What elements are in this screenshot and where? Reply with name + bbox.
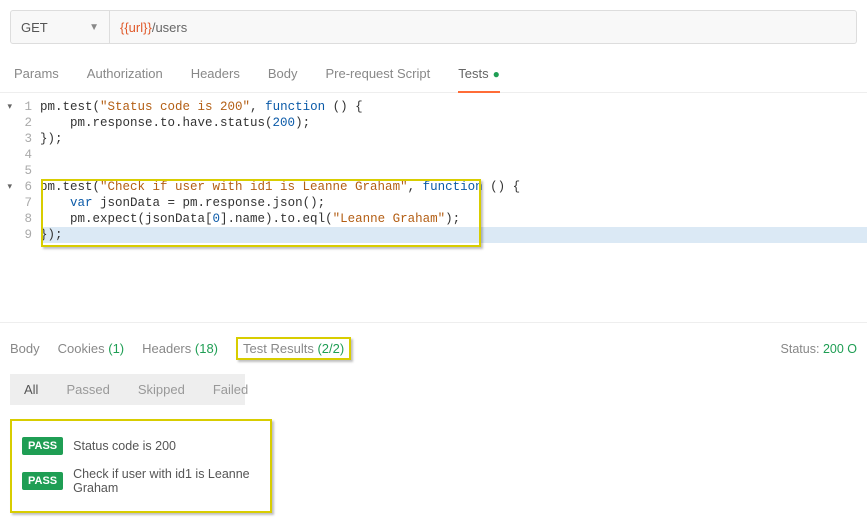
tab-pre-request-script[interactable]: Pre-request Script <box>325 66 430 92</box>
tab-tests[interactable]: Tests● <box>458 66 500 93</box>
tests-code-editor[interactable]: 1▾pm.test("Status code is 200", function… <box>0 93 867 323</box>
code-line: 1▾pm.test("Status code is 200", function… <box>0 99 867 115</box>
tab-body[interactable]: Body <box>10 341 40 356</box>
unsaved-dot-icon: ● <box>493 67 500 81</box>
request-tabs: Params Authorization Headers Body Pre-reques… <box>0 54 867 93</box>
code-content <box>40 147 867 163</box>
response-tabs: Body Cookies (1) Headers (18) Test Resul… <box>0 323 867 374</box>
test-result-text: Check if user with id1 is Leanne Graham <box>73 467 260 495</box>
code-content: var jsonData = pm.response.json(); <box>40 195 867 211</box>
tab-params[interactable]: Params <box>14 66 59 92</box>
tab-test-results[interactable]: Test Results (2/2) <box>236 337 351 360</box>
tab-headers[interactable]: Headers <box>191 66 240 92</box>
code-content: pm.test("Check if user with id1 is Leann… <box>40 179 867 195</box>
fold-marker-icon[interactable]: ▾ <box>7 99 12 115</box>
code-content: }); <box>40 131 867 147</box>
test-result-filters: AllPassedSkippedFailed <box>10 374 245 405</box>
tab-headers[interactable]: Headers (18) <box>142 341 218 356</box>
test-result-row: PASS Check if user with id1 is Leanne Gra… <box>22 461 260 501</box>
code-line: 4 <box>0 147 867 163</box>
code-content: pm.test("Status code is 200", function (… <box>40 99 867 115</box>
gutter-line-number: 8 <box>0 211 40 227</box>
tab-authorization[interactable]: Authorization <box>87 66 163 92</box>
filter-passed[interactable]: Passed <box>52 374 123 405</box>
request-url-input[interactable]: {{url}}/users <box>110 10 857 44</box>
test-result-text: Status code is 200 <box>73 439 176 453</box>
http-method-select[interactable]: GET ▼ <box>10 10 110 44</box>
code-line: 2 pm.response.to.have.status(200); <box>0 115 867 131</box>
response-status: Status: 200 O <box>781 342 857 356</box>
fold-marker-icon[interactable]: ▾ <box>7 179 12 195</box>
gutter-line-number: 7 <box>0 195 40 211</box>
tab-cookies[interactable]: Cookies (1) <box>58 341 124 356</box>
code-line: 3}); <box>0 131 867 147</box>
gutter-line-number: 3 <box>0 131 40 147</box>
code-content: pm.expect(jsonData[0].name).to.eql("Lean… <box>40 211 867 227</box>
test-result-row: PASS Status code is 200 <box>22 431 260 461</box>
filter-skipped[interactable]: Skipped <box>124 374 199 405</box>
code-content <box>40 163 867 179</box>
code-line: 8 pm.expect(jsonData[0].name).to.eql("Le… <box>0 211 867 227</box>
filter-all[interactable]: All <box>10 374 52 405</box>
url-variable: {{url}} <box>120 20 152 35</box>
code-line: 9}); <box>0 227 867 243</box>
chevron-down-icon: ▼ <box>89 22 99 33</box>
test-results-list: PASS Status code is 200 PASS Check if user … <box>10 419 272 513</box>
status-badge: PASS <box>22 437 63 455</box>
gutter-line-number: 2 <box>0 115 40 131</box>
code-content: }); <box>40 227 867 243</box>
code-line: 7 var jsonData = pm.response.json(); <box>0 195 867 211</box>
code-content: pm.response.to.have.status(200); <box>40 115 867 131</box>
gutter-line-number: 4 <box>0 147 40 163</box>
url-path: /users <box>152 20 187 35</box>
gutter-line-number: 9 <box>0 227 40 243</box>
status-badge: PASS <box>22 472 63 490</box>
gutter-line-number: 5 <box>0 163 40 179</box>
tab-body[interactable]: Body <box>268 66 298 92</box>
code-line: 5 <box>0 163 867 179</box>
gutter-line-number: 1▾ <box>0 99 40 115</box>
http-method-value: GET <box>21 20 48 35</box>
filter-failed[interactable]: Failed <box>199 374 262 405</box>
code-line: 6▾pm.test("Check if user with id1 is Lea… <box>0 179 867 195</box>
gutter-line-number: 6▾ <box>0 179 40 195</box>
